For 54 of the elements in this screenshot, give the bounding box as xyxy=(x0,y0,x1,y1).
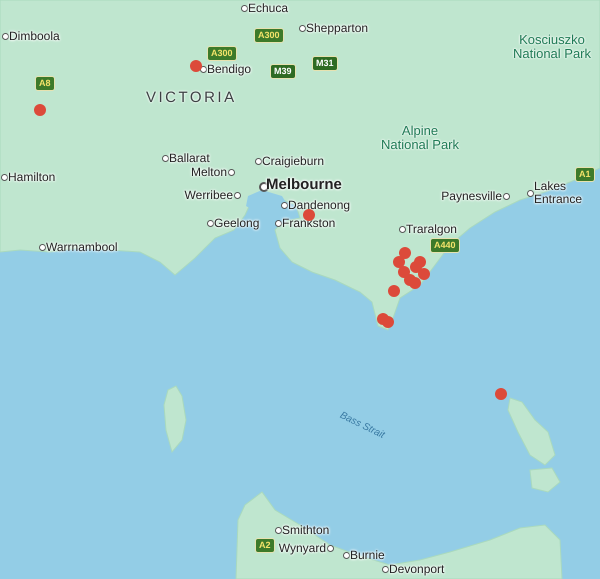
town-marker-icon xyxy=(234,192,241,199)
town-marker-icon xyxy=(228,169,235,176)
town-label: Echuca xyxy=(248,1,288,15)
road-shield: A300 xyxy=(207,46,237,61)
road-shield: A1 xyxy=(575,167,595,182)
town-label: Dimboola xyxy=(9,29,60,43)
town-label: Werribee xyxy=(184,188,233,202)
park-label: Kosciuszko National Park xyxy=(512,33,592,61)
town-marker-icon xyxy=(503,193,510,200)
town-label: Frankston xyxy=(282,216,336,230)
water-label: Bass Strait xyxy=(338,410,386,442)
town-marker-icon xyxy=(399,226,406,233)
road-shield: A440 xyxy=(430,238,460,253)
town-label: Warrnambool xyxy=(46,240,118,254)
town-marker-icon xyxy=(275,527,282,534)
road-shield: M39 xyxy=(270,64,296,79)
town-label: Bendigo xyxy=(207,62,252,76)
town-label: Smithton xyxy=(282,523,330,537)
town-marker-icon xyxy=(2,33,9,40)
town-marker-icon xyxy=(327,545,334,552)
town-label: Hamilton xyxy=(8,170,56,184)
town-marker-icon xyxy=(255,158,262,165)
town-label: Burnie xyxy=(350,548,385,562)
town-label: Lakes Entrance xyxy=(534,180,584,206)
road-shield: A2 xyxy=(255,538,275,553)
town-label: Traralgon xyxy=(406,222,457,236)
town-marker-icon xyxy=(275,220,282,227)
location-pin-icon xyxy=(495,388,507,400)
town-label: Devonport xyxy=(389,562,444,576)
town-marker-icon xyxy=(281,202,288,209)
town-marker-icon xyxy=(382,566,389,573)
town-label: Shepparton xyxy=(306,21,368,35)
town-label: Wynyard xyxy=(278,541,326,555)
town-marker-icon xyxy=(162,155,169,162)
town-marker-icon xyxy=(39,244,46,251)
town-label: Ballarat xyxy=(169,151,210,165)
town-label: Geelong xyxy=(214,216,260,230)
town-marker-icon xyxy=(343,552,350,559)
town-marker-icon xyxy=(1,174,8,181)
town-label: Dandenong xyxy=(288,198,350,212)
park-label: Alpine National Park xyxy=(380,124,460,152)
island-land xyxy=(164,385,186,454)
region-label: VICTORIA xyxy=(146,89,237,106)
road-shield: M31 xyxy=(312,56,338,71)
town-label: Craigieburn xyxy=(262,154,324,168)
road-shield: A8 xyxy=(35,76,55,91)
town-marker-icon xyxy=(241,5,248,12)
town-label: Paynesville xyxy=(441,189,502,203)
town-label: Melton xyxy=(190,165,227,179)
town-marker-icon xyxy=(299,25,306,32)
road-shield: A300 xyxy=(254,28,284,43)
town-label: Melbourne xyxy=(266,176,342,194)
town-marker-icon xyxy=(527,190,534,197)
town-marker-icon xyxy=(207,220,214,227)
